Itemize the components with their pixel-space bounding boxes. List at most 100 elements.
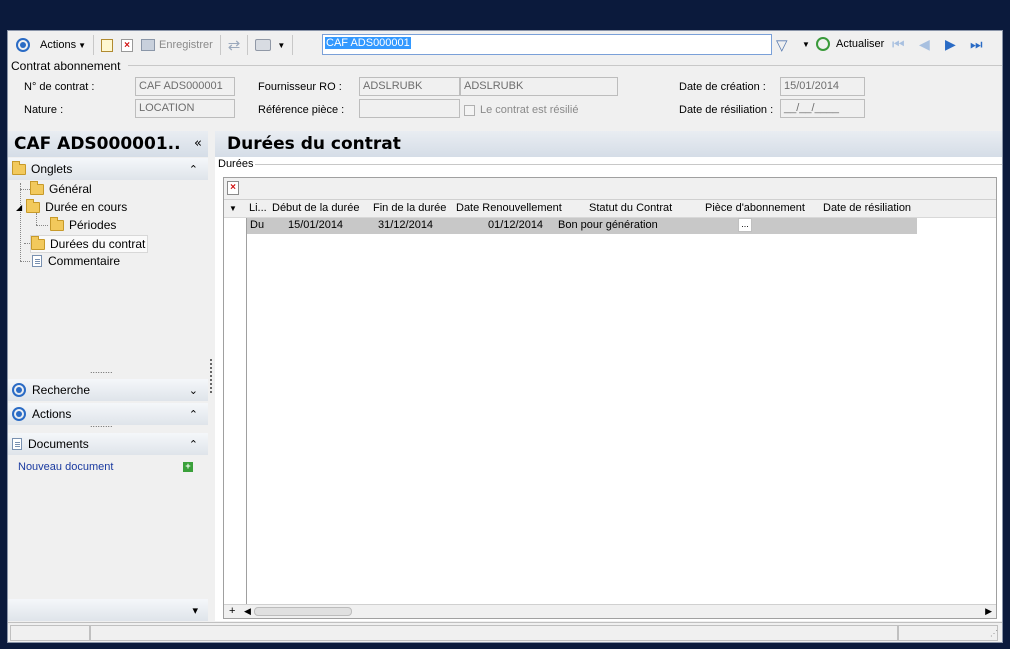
expand-triangle-icon: ◢ — [16, 202, 23, 212]
supplier-name-field[interactable]: ADSLRUBK — [460, 77, 618, 96]
cell-statut: Bon pour génération — [558, 219, 658, 231]
tree-connector — [20, 189, 30, 190]
cell-piece-button[interactable]: ... — [738, 218, 752, 232]
new-document-link[interactable]: Nouveau document — [18, 461, 113, 473]
print-button[interactable]: ▼ — [251, 34, 289, 56]
search-input-value: CAF ADS000001 — [325, 37, 411, 49]
col-header-debut[interactable]: Début de la durée — [272, 202, 359, 214]
status-bar: ⋰ — [8, 622, 1002, 642]
save-button[interactable]: Enregistrer — [137, 34, 217, 56]
vertical-splitter[interactable] — [208, 131, 215, 621]
main-window: Actions ▼ × Enregistrer ⇄ ▼ CAF ADS00000… — [7, 30, 1003, 643]
scroll-left-icon[interactable]: ◀ — [244, 606, 251, 617]
collapse-pane-icon[interactable]: « — [194, 136, 202, 151]
chevron-down-icon[interactable]: ▼ — [802, 40, 810, 49]
supplier-code-field[interactable]: ADSLRUBK — [359, 77, 460, 96]
tree-connector — [20, 183, 21, 261]
created-date-label: Date de création : — [679, 81, 766, 93]
onglets-label: Onglets — [31, 162, 73, 176]
collapse-up-icon: ⌃ — [188, 438, 198, 451]
tree-item-label: Durée en cours — [45, 200, 128, 214]
document-icon — [32, 255, 42, 267]
row-selector-icon[interactable]: ▼ — [229, 204, 237, 213]
recherche-label: Recherche — [32, 383, 91, 397]
actions-circle-icon — [16, 38, 30, 52]
tree-item-commentaire[interactable]: Commentaire — [32, 254, 120, 268]
table-row[interactable]: Du 15/01/2014 31/12/2014 01/12/2014 Bon … — [247, 218, 917, 234]
tree-item-general[interactable]: Général — [30, 180, 92, 196]
toolbar-separator — [219, 35, 221, 55]
documents-section-header[interactable]: Documents ⌃ — [8, 433, 208, 455]
folder-icon — [26, 198, 41, 213]
grid-header: ▼ Li... Début de la durée Fin de la duré… — [224, 200, 996, 218]
scroll-right-icon[interactable]: ▶ — [985, 606, 992, 617]
tree-item-periodes[interactable]: Périodes — [50, 216, 117, 232]
reference-field[interactable] — [359, 99, 460, 118]
splitter-grip-icon[interactable]: ......... — [90, 365, 113, 375]
save-icon — [141, 39, 155, 51]
fieldset-divider — [128, 65, 1002, 66]
supplier-label: Fournisseur RO : — [258, 81, 342, 93]
new-button[interactable] — [97, 34, 117, 56]
delete-button[interactable]: × — [117, 34, 137, 56]
tree-item-label: Durées du contrat — [50, 237, 146, 251]
documents-icon — [12, 438, 22, 450]
termination-date-label: Date de résiliation : — [679, 104, 774, 116]
tree-item-label: Commentaire — [48, 254, 121, 268]
splitter-grip-icon[interactable]: ......... — [90, 419, 113, 429]
tree-connector — [36, 225, 48, 226]
col-header-li[interactable]: Li... — [249, 202, 267, 214]
actions-label: Actions — [40, 39, 77, 51]
search-input[interactable]: CAF ADS000001 — [322, 34, 772, 55]
created-date-field[interactable]: 15/01/2014 — [780, 77, 865, 96]
refresh-label: Actualiser — [836, 38, 885, 50]
fieldset-divider — [255, 164, 1002, 165]
tree-connector — [36, 213, 37, 225]
tree-item-durees-du-contrat[interactable]: Durées du contrat — [30, 235, 149, 253]
add-row-icon[interactable]: + — [229, 605, 235, 617]
bottom-pane-header[interactable]: ▾ — [8, 599, 208, 621]
col-header-resiliation[interactable]: Date de résiliation — [823, 202, 911, 214]
cell-li: Du — [250, 219, 265, 231]
tree-item-label: Général — [49, 182, 92, 196]
recherche-section-header[interactable]: Recherche ⌄ — [8, 379, 208, 401]
col-header-statut[interactable]: Statut du Contrat — [589, 202, 672, 214]
chevron-down-icon: ▼ — [277, 40, 286, 50]
onglets-section-header[interactable]: Onglets ⌃ — [8, 158, 208, 180]
sync-button[interactable]: ⇄ — [224, 34, 245, 56]
actions-section-label: Actions — [32, 407, 72, 421]
nature-field[interactable]: LOCATION — [135, 99, 235, 118]
col-header-fin[interactable]: Fin de la durée — [373, 202, 446, 214]
contract-no-field[interactable]: CAF ADS000001 — [135, 77, 235, 96]
actions-menu-button[interactable]: Actions ▼ — [12, 34, 90, 56]
actions-section-circle-icon — [12, 407, 26, 421]
add-document-icon[interactable]: + — [183, 462, 193, 472]
filter-icon[interactable]: ▽ — [776, 36, 788, 54]
col-header-renouvellement[interactable]: Date Renouvellement — [456, 202, 562, 214]
delete-row-icon[interactable]: × — [227, 181, 239, 195]
terminated-checkbox[interactable] — [464, 105, 475, 116]
save-label: Enregistrer — [159, 39, 213, 51]
reference-label: Référence pièce : — [258, 104, 345, 116]
first-record-icon[interactable]: ⏮ — [892, 36, 905, 53]
col-header-piece[interactable]: Pièce d'abonnement — [705, 202, 805, 214]
printer-icon — [255, 39, 272, 51]
cell-renouvellement: 01/12/2014 — [488, 219, 544, 231]
tree-item-duree-en-cours[interactable]: ◢ Durée en cours — [16, 198, 128, 214]
horizontal-scrollbar[interactable]: + ◀ ▶ — [224, 604, 996, 618]
scroll-thumb[interactable] — [254, 607, 352, 616]
termination-date-field[interactable]: __/__/____ — [780, 99, 865, 118]
toolbar-separator — [93, 35, 94, 55]
resize-grip-icon[interactable]: ⋰ — [990, 629, 998, 638]
contract-form: Contrat abonnement N° de contrat : CAF A… — [8, 59, 1002, 129]
last-record-icon[interactable]: ⏭ — [970, 36, 983, 53]
delete-icon: × — [121, 38, 133, 52]
new-document-icon — [101, 38, 113, 52]
previous-record-icon[interactable]: ◀ — [919, 36, 930, 53]
tree-item-label: Périodes — [69, 218, 117, 232]
refresh-button[interactable]: Actualiser — [816, 37, 884, 51]
next-record-icon[interactable]: ▶ — [945, 36, 956, 53]
section-title: Durées du contrat — [215, 131, 1002, 157]
cell-debut: 15/01/2014 — [288, 219, 344, 231]
record-title: CAF ADS000001.. « — [8, 131, 208, 157]
